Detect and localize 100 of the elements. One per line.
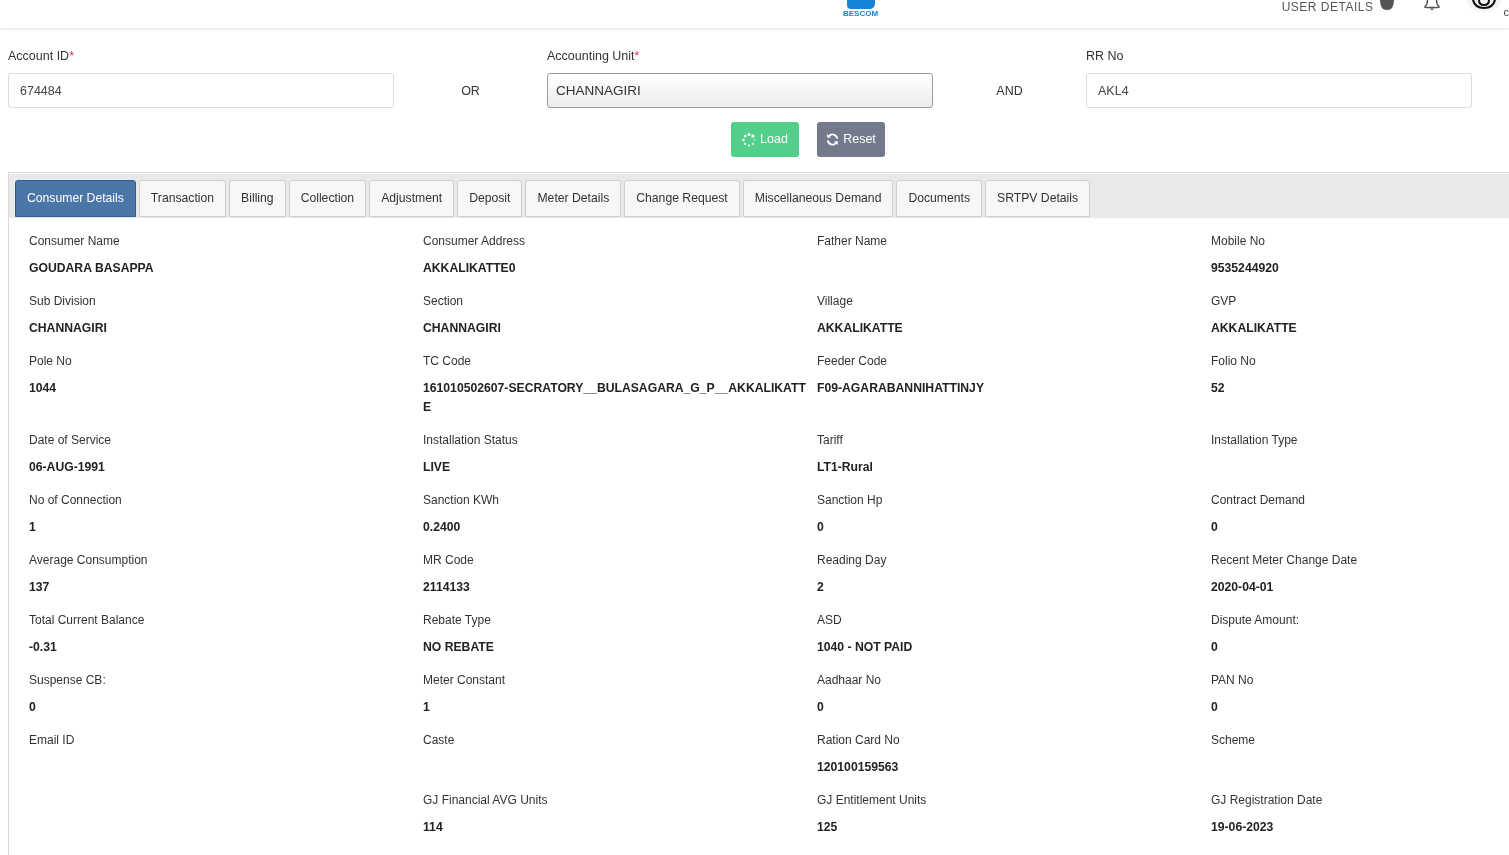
tab[interactable]: Change Request (624, 180, 740, 217)
connector-text: OR (461, 82, 480, 99)
field-label: PAN No (1211, 672, 1255, 689)
field-value: 0 (1211, 699, 1219, 716)
field-value: 2020-04-01 (1211, 579, 1275, 596)
tab[interactable]: Consumer Details (15, 180, 136, 217)
field-label: Ration Card No (817, 732, 901, 749)
field-value: CHANNAGIRI (423, 320, 502, 337)
field-value: AKKALIKATTE0 (423, 260, 517, 277)
field-label: Installation Status (423, 432, 519, 449)
field-value: 0 (29, 699, 37, 716)
field-value: F09-AGARABANNIHATTINJY (817, 380, 986, 397)
field-value: 137 (29, 579, 51, 596)
tab[interactable]: Adjustment (369, 180, 455, 217)
field-value: 9535244920 (1211, 260, 1280, 277)
input-field[interactable]: AKL4 (1086, 73, 1472, 108)
field-label: Mobile No (1211, 233, 1267, 250)
logo-text: BESCOM (843, 9, 879, 18)
field-label: GJ Financial AVG Units (423, 792, 549, 809)
field-label: Sub Division (29, 293, 97, 310)
field-value: GOUDARA BASAPPA (29, 260, 155, 277)
tab[interactable]: Deposit (457, 180, 523, 217)
field-label: Feeder Code (817, 353, 889, 370)
spinner-icon (742, 132, 757, 147)
field-value: 2114133 (423, 579, 471, 596)
field-value: AKKALIKATTE (817, 320, 904, 337)
field-label: Installation Type (1211, 432, 1299, 449)
field-label: GJ Registration Date (1211, 792, 1324, 809)
field-label: Reading Day (817, 552, 888, 569)
field-label: Recent Meter Change Date (1211, 552, 1359, 569)
tab[interactable]: Transaction (138, 180, 227, 217)
field-label: Pole No (29, 353, 73, 370)
field-value: 1 (423, 699, 431, 716)
field-label: RR No (1086, 48, 1125, 65)
tab[interactable]: Miscellaneous Demand (742, 180, 894, 217)
field-label: Average Consumption (29, 552, 149, 569)
field-label: Consumer Address (423, 233, 527, 250)
field-label: Sanction Hp (817, 492, 884, 509)
field-label: GVP (1211, 293, 1238, 310)
field-label: Consumer Name (29, 233, 121, 250)
field-label: Tariff (817, 432, 844, 449)
field-label: Contract Demand (1211, 492, 1307, 509)
field-label: GJ Entitlement Units (817, 792, 928, 809)
field-value: 1044 (29, 380, 58, 397)
field-value: 2 (817, 579, 825, 596)
field-label: TC Code (423, 353, 473, 370)
field-label: MR Code (423, 552, 475, 569)
field-label: No of Connection (29, 492, 123, 509)
field-value: NO REBATE (423, 639, 495, 656)
tab[interactable]: Meter Details (525, 180, 622, 217)
user-avatar-icon[interactable] (1465, 0, 1502, 12)
field-label: Date of Service (29, 432, 113, 449)
reset-button[interactable]: Reset (817, 122, 885, 157)
user-name-text: c (1503, 7, 1509, 18)
user-details-menu[interactable]: USER DETAILS (1281, 1, 1374, 13)
field-value: 0.2400 (423, 519, 462, 536)
field-value: 125 (817, 819, 839, 836)
field-label: Sanction KWh (423, 492, 501, 509)
field-value: 0 (817, 519, 825, 536)
field-label: Section (423, 293, 465, 310)
refresh-icon (826, 133, 840, 146)
field-value: 1040 - NOT PAID (817, 639, 914, 656)
field-label: Accounting Unit* (547, 48, 641, 65)
field-value: 06-AUG-1991 (29, 459, 106, 476)
field-value: 114 (423, 819, 444, 836)
field-label: Caste (423, 732, 456, 749)
field-label: Rebate Type (423, 612, 492, 629)
field-label: Scheme (1211, 732, 1257, 749)
tab[interactable]: Billing (229, 180, 286, 217)
field-label: Dispute Amount: (1211, 612, 1301, 629)
field-value: 161010502607-SECRATORY__BULASAGARA_G_P__AKKALIKATTE (423, 380, 807, 416)
field-label: Account ID* (8, 48, 75, 65)
field-value: 52 (1211, 380, 1226, 397)
tab[interactable]: Collection (288, 180, 367, 217)
tab[interactable]: SRTPV Details (985, 180, 1091, 217)
notification-bell-icon[interactable] (1423, 0, 1440, 11)
field-label: Aadhaar No (817, 672, 883, 689)
field-value: AKKALIKATTE (1211, 320, 1298, 337)
field-value: 19-06-2023 (1211, 819, 1275, 836)
tab[interactable]: Documents (896, 180, 983, 217)
field-label: Father Name (817, 233, 889, 250)
field-label: Email ID (29, 732, 76, 749)
field-label: ASD (817, 612, 843, 629)
field-value: 0 (1211, 639, 1219, 656)
field-value: -0.31 (29, 639, 58, 656)
field-label: Folio No (1211, 353, 1257, 370)
input-field[interactable]: CHANNAGIRI (547, 73, 933, 108)
field-value: LT1-Rural (817, 459, 874, 476)
field-label: Suspense CB: (29, 672, 107, 689)
logo-icon (846, 0, 875, 9)
field-value: CHANNAGIRI (29, 320, 108, 337)
input-field[interactable]: 674484 (8, 73, 394, 108)
field-value: 120100159563 (817, 759, 900, 776)
field-label: Meter Constant (423, 672, 507, 689)
field-value: LIVE (423, 459, 452, 476)
connector-text: AND (996, 82, 1023, 99)
field-label: Village (817, 293, 854, 310)
field-value: 0 (817, 699, 825, 716)
field-value: 1 (29, 519, 37, 536)
field-label: Total Current Balance (29, 612, 146, 629)
